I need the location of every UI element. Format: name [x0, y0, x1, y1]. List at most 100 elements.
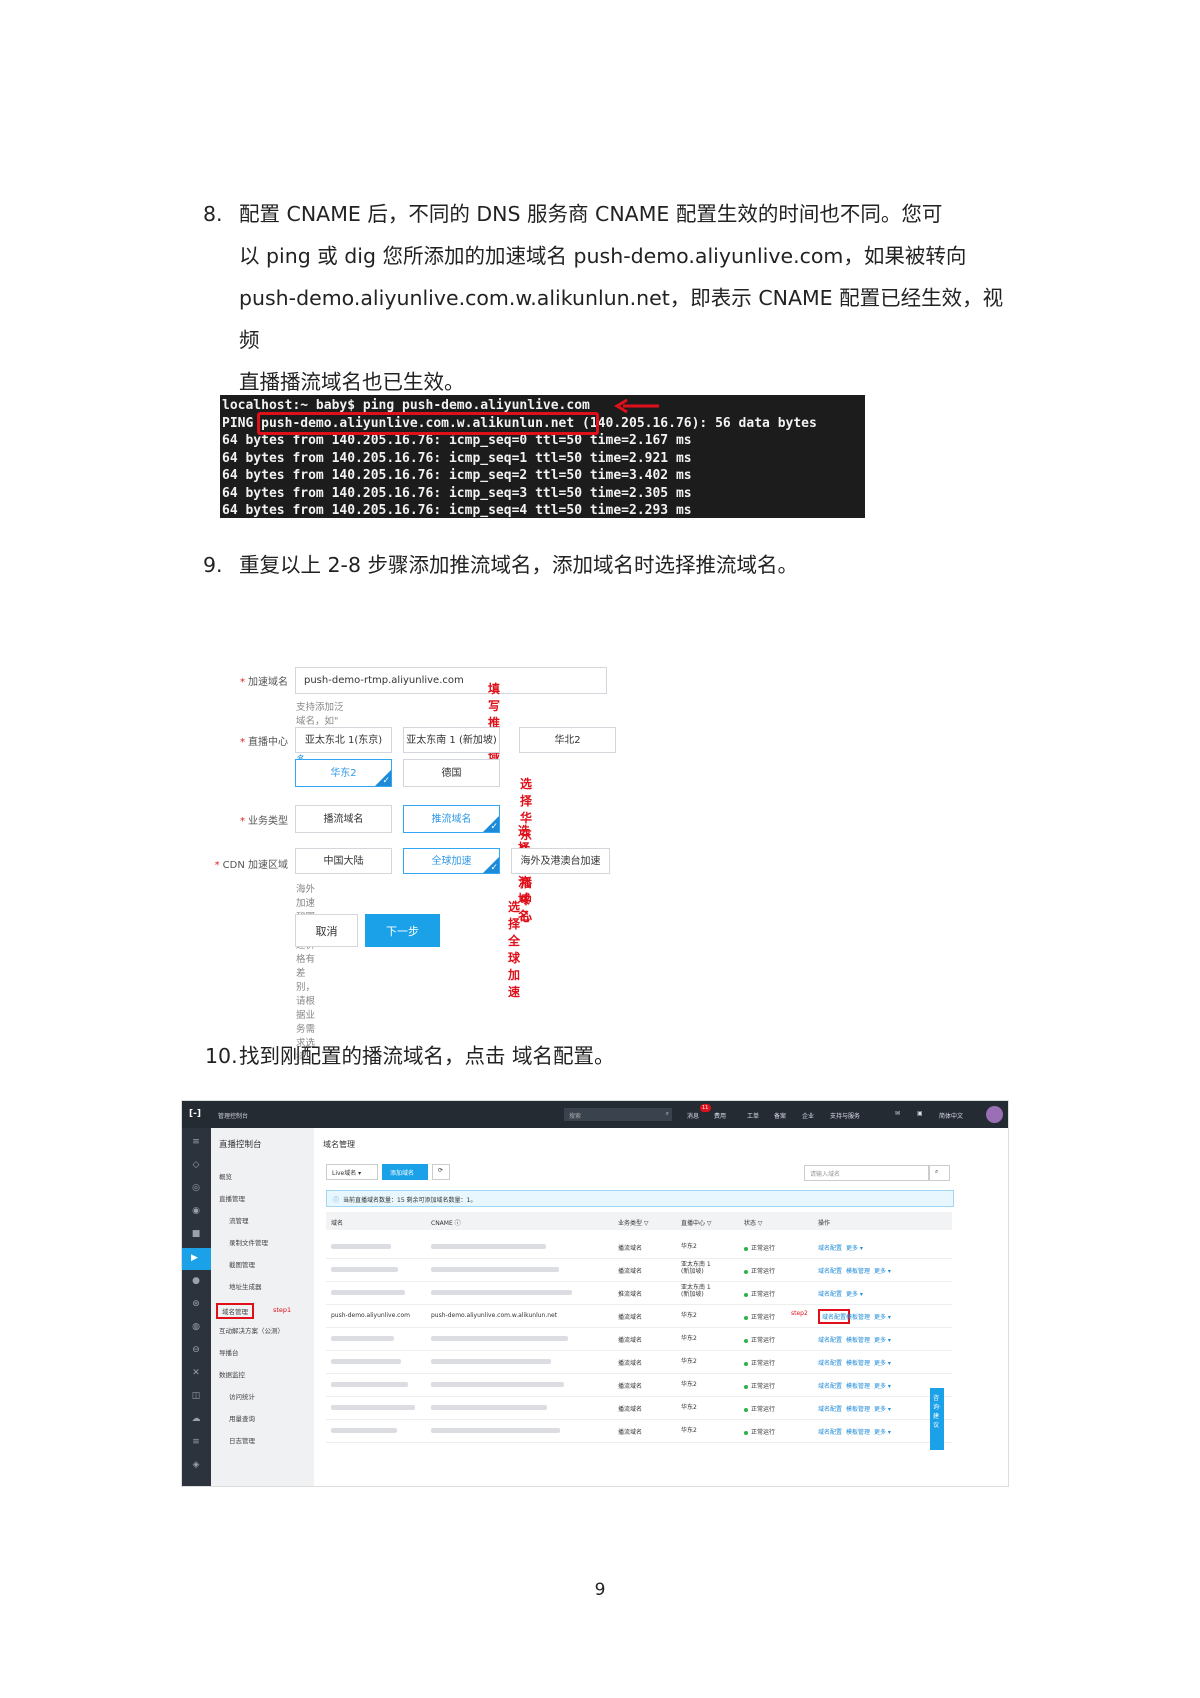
- op-link[interactable]: 模板管理: [846, 1335, 870, 1344]
- status-dot-icon: [744, 1361, 748, 1366]
- product-icon[interactable]: ◍: [190, 1321, 202, 1333]
- accel-domain-input[interactable]: push-demo-rtmp.aliyunlive.com: [295, 667, 607, 694]
- status-text: 正常运行: [751, 1337, 776, 1344]
- top-search-input[interactable]: 搜索 ⌕: [564, 1108, 672, 1121]
- op-link[interactable]: 更多 ▾: [874, 1312, 891, 1321]
- avatar[interactable]: [986, 1106, 1003, 1123]
- product-icon[interactable]: ✕: [190, 1367, 202, 1379]
- sidebar-item-url-generator[interactable]: 地址生成器: [229, 1281, 262, 1291]
- sidebar-item-monitoring[interactable]: 数据监控: [219, 1369, 245, 1379]
- button-label: 添加域名: [390, 1170, 415, 1177]
- product-icon[interactable]: ◇: [190, 1159, 202, 1171]
- center-cell: 华东2: [681, 1427, 697, 1434]
- column-header[interactable]: 直播中心 ▽: [681, 1218, 712, 1227]
- op-link[interactable]: 模板管理: [846, 1427, 870, 1436]
- product-icon[interactable]: ≅: [190, 1436, 202, 1448]
- product-icon[interactable]: ⊛: [190, 1298, 202, 1310]
- top-item-billing[interactable]: 费用: [714, 1111, 726, 1120]
- product-icon[interactable]: ◉: [190, 1205, 202, 1217]
- op-link[interactable]: 模板管理: [846, 1312, 870, 1321]
- top-item-support[interactable]: 支持与服务: [830, 1111, 860, 1120]
- domain-search-input[interactable]: 请输入域名: [804, 1165, 930, 1181]
- sidebar-item-live[interactable]: 直播管理: [219, 1193, 245, 1203]
- sidebar-item-domains[interactable]: 域名管理: [216, 1303, 254, 1319]
- op-link[interactable]: 更多 ▾: [874, 1358, 891, 1367]
- top-item-language[interactable]: 简体中文: [939, 1111, 963, 1120]
- sidebar-item-director[interactable]: 导播台: [219, 1347, 239, 1357]
- menu-icon[interactable]: ≡: [190, 1136, 202, 1148]
- sidebar-item-recording[interactable]: 录制文件管理: [229, 1237, 268, 1247]
- product-icon[interactable]: ☁: [190, 1413, 202, 1425]
- op-link[interactable]: 更多 ▾: [874, 1266, 891, 1275]
- center-option[interactable]: 亚太东南 1 (新加坡): [403, 727, 500, 753]
- business-option[interactable]: 播流域名: [295, 805, 392, 833]
- sidebar-item-logs[interactable]: 日志管理: [229, 1435, 255, 1445]
- op-link[interactable]: 模板管理: [846, 1381, 870, 1390]
- column-header[interactable]: 业务类型 ▽: [618, 1218, 649, 1227]
- center-option-selected[interactable]: 华东2 ✓: [295, 759, 392, 787]
- column-header[interactable]: 状态 ▽: [744, 1218, 763, 1227]
- product-icon[interactable]: ●: [190, 1275, 202, 1287]
- op-link[interactable]: 更多 ▾: [874, 1404, 891, 1413]
- sidebar-item-stream[interactable]: 流管理: [229, 1215, 249, 1225]
- top-item-tickets[interactable]: 工单: [747, 1111, 759, 1120]
- redacted-cname: [431, 1428, 560, 1433]
- column-header: CNAME ⓘ: [431, 1220, 461, 1227]
- check-icon: ✓: [490, 822, 498, 832]
- op-link[interactable]: 域名配置: [818, 1289, 842, 1298]
- op-link[interactable]: 域名配置: [818, 1427, 842, 1436]
- op-link[interactable]: 模板管理: [846, 1266, 870, 1275]
- top-item-enterprise[interactable]: 企业: [802, 1111, 814, 1120]
- op-link[interactable]: 模板管理: [846, 1404, 870, 1413]
- sidebar-item-snapshot[interactable]: 截图管理: [229, 1259, 255, 1269]
- op-link[interactable]: 更多 ▾: [874, 1381, 891, 1390]
- add-domain-button[interactable]: 添加域名: [382, 1164, 428, 1180]
- product-icon[interactable]: ◈: [190, 1459, 202, 1471]
- table-row: 播流域名 华东2 正常运行 域名配置 模板管理 更多 ▾: [326, 1396, 952, 1420]
- business-option-selected[interactable]: 推流域名 ✓: [403, 805, 500, 833]
- cdn-option-selected[interactable]: 全球加速 ✓: [403, 848, 500, 874]
- op-link[interactable]: 更多 ▾: [874, 1335, 891, 1344]
- top-item-messages[interactable]: 消息: [687, 1111, 699, 1120]
- op-link[interactable]: 域名配置: [818, 1266, 842, 1275]
- feedback-float-button[interactable]: 咨询·建议: [930, 1388, 944, 1450]
- center-cell: 华东2: [681, 1381, 697, 1388]
- op-link[interactable]: 更多 ▾: [846, 1243, 863, 1252]
- center-option[interactable]: 德国: [403, 759, 500, 787]
- top-item-icp[interactable]: 备案: [774, 1111, 786, 1120]
- product-icon[interactable]: ⊖: [190, 1344, 202, 1356]
- center-option[interactable]: 亚太东北 1(东京): [295, 727, 392, 753]
- product-icon[interactable]: ◎: [190, 1182, 202, 1194]
- sidebar-item-overview[interactable]: 概览: [219, 1171, 232, 1181]
- step-10-text: 找到刚配置的播流域名，点击 域名配置。: [239, 1044, 615, 1068]
- search-button[interactable]: ⌕: [928, 1165, 950, 1181]
- sidebar-item-access-stats[interactable]: 访问统计: [229, 1391, 255, 1401]
- cdn-option[interactable]: 中国大陆: [295, 848, 392, 874]
- mail-icon[interactable]: ✉: [895, 1110, 900, 1117]
- op-link[interactable]: 域名配置: [818, 1358, 842, 1367]
- sidebar-item-usage[interactable]: 用量查询: [229, 1413, 255, 1423]
- status-dot-icon: [744, 1384, 748, 1389]
- sidebar-item-interactive[interactable]: 互动解决方案（公测）: [219, 1325, 284, 1335]
- op-link[interactable]: 域名配置: [818, 1404, 842, 1413]
- domain-filter-select[interactable]: Live域名 ▾: [326, 1164, 378, 1180]
- refresh-button[interactable]: ⟳: [432, 1164, 450, 1180]
- op-link[interactable]: 更多 ▾: [846, 1289, 863, 1298]
- redacted-cname: [431, 1244, 546, 1249]
- next-button[interactable]: 下一步: [365, 914, 440, 947]
- product-icon[interactable]: ◫: [190, 1390, 202, 1402]
- op-link[interactable]: 模板管理: [846, 1358, 870, 1367]
- cdn-option[interactable]: 海外及港澳台加速: [511, 848, 610, 874]
- op-link[interactable]: 域名配置: [818, 1335, 842, 1344]
- product-icon[interactable]: ■: [190, 1228, 202, 1240]
- redacted-domain: [331, 1336, 394, 1341]
- cancel-button[interactable]: 取消: [295, 914, 358, 947]
- status-cell: 正常运行: [744, 1358, 775, 1367]
- center-option[interactable]: 华北2: [519, 727, 616, 753]
- op-link[interactable]: 更多 ▾: [874, 1427, 891, 1436]
- cart-icon[interactable]: ▣: [917, 1110, 923, 1117]
- op-link[interactable]: 域名配置: [818, 1381, 842, 1390]
- op-link[interactable]: 域名配置: [818, 1243, 842, 1252]
- highlight-box: [257, 412, 599, 435]
- live-active-icon[interactable]: ▶: [182, 1248, 211, 1270]
